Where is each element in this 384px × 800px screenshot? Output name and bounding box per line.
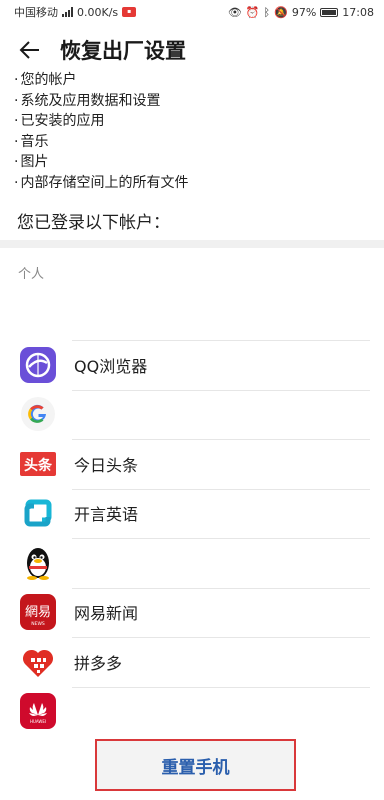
erase-item-storage: 内部存储空间上的所有文件 <box>14 173 374 194</box>
notification-icon: ▪ <box>122 7 137 17</box>
status-right: 👁 ⏰ ᛒ 🔕 97% 17:08 <box>228 6 374 19</box>
title-bar: 恢复出厂设置 <box>0 28 384 72</box>
app-name: 今日头条 <box>74 455 139 475</box>
app-name: 网易新闻 <box>74 604 139 624</box>
svg-text:HUAWEI: HUAWEI <box>30 719 46 724</box>
app-name: QQ浏览器 <box>74 356 148 376</box>
section-label-personal: 个人 <box>18 267 45 282</box>
row-divider <box>72 587 370 589</box>
row-divider <box>72 340 370 341</box>
list-item[interactable]: 开言英语 <box>0 488 384 539</box>
erase-list: 您的帐户 系统及应用数据和设置 已安装的应用 音乐 图片 内部存储空间上的所有文… <box>14 70 374 193</box>
status-left: 中国移动 0.00K/s ▪ <box>14 4 137 20</box>
mute-icon: 🔕 <box>274 5 288 19</box>
app-name: 开言英语 <box>74 505 139 525</box>
list-item[interactable] <box>0 389 384 440</box>
row-divider <box>72 488 370 490</box>
list-item[interactable]: QQ浏览器 <box>0 340 384 390</box>
svg-text:头条: 头条 <box>24 457 53 474</box>
alarm-icon: ⏰ <box>245 5 260 19</box>
carrier-label: 中国移动 <box>14 6 58 19</box>
svg-text:網易: 網易 <box>25 605 51 620</box>
row-divider <box>72 637 370 638</box>
back-arrow-icon[interactable] <box>10 30 50 70</box>
erase-item-pictures: 图片 <box>14 152 374 173</box>
list-item[interactable]: HUAWEI <box>0 686 384 737</box>
list-item[interactable]: 網易 NEWS 网易新闻 <box>0 587 384 638</box>
clock: 17:08 <box>342 5 374 19</box>
battery-percent: 97% <box>291 5 317 19</box>
row-divider <box>72 538 370 539</box>
google-icon <box>20 396 56 432</box>
list-item[interactable]: 拼多多 <box>0 637 384 687</box>
page-title: 恢复出厂设置 <box>60 39 186 63</box>
signal-icon <box>62 7 73 17</box>
erase-item-music: 音乐 <box>14 132 374 153</box>
section-divider <box>0 240 384 248</box>
list-item[interactable] <box>0 538 384 588</box>
svg-text:NEWS: NEWS <box>31 621 45 627</box>
toutiao-icon: 头条 <box>20 446 56 482</box>
netease-news-icon: 網易 NEWS <box>20 594 56 631</box>
app-name: 拼多多 <box>74 653 123 673</box>
reset-button-highlight: 重置手机 <box>95 739 296 791</box>
net-speed: 0.00K/s <box>77 5 119 19</box>
erase-item-accounts: 您的帐户 <box>14 70 374 91</box>
erase-item-system-data: 系统及应用数据和设置 <box>14 91 374 112</box>
status-bar: 中国移动 0.00K/s ▪ 👁 ⏰ ᛒ 🔕 97% 17:08 <box>0 0 384 24</box>
row-divider <box>72 389 370 391</box>
qq-penguin-icon <box>20 545 56 581</box>
row-divider <box>72 686 370 688</box>
kaiyan-icon <box>20 495 56 531</box>
qq-browser-icon <box>20 346 56 383</box>
erase-item-apps: 已安装的应用 <box>14 111 374 132</box>
battery-icon <box>320 7 339 17</box>
account-app-list: QQ浏览器 头条 今日头条 开言英语 網易 NEWS 网易新闻 拼多多 HUAW… <box>0 340 384 736</box>
row-divider <box>72 439 370 440</box>
accounts-heading: 您已登录以下帐户： <box>17 213 170 233</box>
list-item[interactable]: 头条 今日头条 <box>0 439 384 489</box>
reset-phone-button[interactable]: 重置手机 <box>162 753 230 778</box>
huawei-icon: HUAWEI <box>20 693 56 730</box>
pinduoduo-icon <box>20 644 56 680</box>
eye-icon: 👁 <box>227 5 242 19</box>
bluetooth-icon: ᛒ <box>263 5 271 19</box>
